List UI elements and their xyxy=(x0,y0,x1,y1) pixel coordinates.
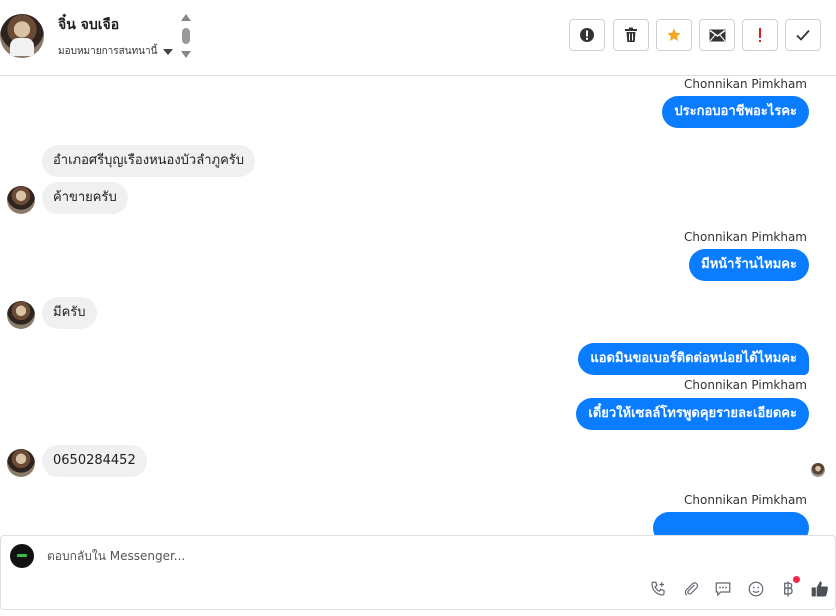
saved-reply-icon[interactable] xyxy=(712,578,734,600)
assign-label: มอบหมายการสนทนานี้ xyxy=(58,46,158,57)
sender-name: Chonnikan Pimkham xyxy=(684,77,807,91)
notification-dot xyxy=(793,576,800,583)
spam-button[interactable] xyxy=(569,19,605,51)
seen-indicator-avatar xyxy=(811,463,825,477)
alert-circle-icon xyxy=(580,28,594,42)
follow-up-button[interactable] xyxy=(742,19,778,51)
contact-avatar[interactable] xyxy=(0,14,44,58)
delete-button[interactable] xyxy=(613,19,649,51)
thumbs-up-icon[interactable] xyxy=(809,578,831,600)
incoming-message[interactable]: 0650284452 xyxy=(42,445,147,477)
envelope-icon xyxy=(709,29,725,41)
sender-name: Chonnikan Pimkham xyxy=(684,378,807,392)
contact-avatar-small[interactable] xyxy=(7,186,35,214)
reply-input[interactable] xyxy=(45,548,609,564)
contact-avatar-small[interactable] xyxy=(7,301,35,329)
star-icon xyxy=(667,28,681,41)
reply-composer xyxy=(0,535,836,610)
phone-plus-icon[interactable] xyxy=(647,578,669,600)
chevron-down-icon[interactable] xyxy=(181,51,191,58)
caret-down-icon xyxy=(163,48,174,55)
outgoing-message[interactable]: แอดมินขอเบอร์ติดต่อหน่อยได้ไหมคะ xyxy=(578,343,809,375)
outgoing-message[interactable]: ประกอบอาชีพอะไรคะ xyxy=(662,96,809,128)
contact-avatar-small[interactable] xyxy=(7,449,35,477)
attachment-icon[interactable] xyxy=(680,578,702,600)
sender-name: Chonnikan Pimkham xyxy=(684,230,807,244)
page-avatar xyxy=(10,544,34,568)
emoji-icon[interactable] xyxy=(745,578,767,600)
outgoing-message[interactable]: เดี๋ยวให้เซลล์โทรพูดคุยรายละเอียดคะ xyxy=(576,398,809,430)
contact-name[interactable]: จิ๋น จบเจือ xyxy=(58,14,119,36)
outgoing-message[interactable]: มีหน้าร้านไหมคะ xyxy=(689,249,809,281)
mark-unread-button[interactable] xyxy=(699,19,735,51)
incoming-message[interactable]: ค้าขายครับ xyxy=(42,182,128,214)
message-thread[interactable]: Chonnikan Pimkham ประกอบอาชีพอะไรคะ อำเภ… xyxy=(0,77,836,535)
done-button[interactable] xyxy=(785,19,821,51)
incoming-message[interactable]: มีครับ xyxy=(42,297,97,329)
conversation-header: จิ๋น จบเจือ มอบหมายการสนทนานี้ xyxy=(0,0,836,76)
incoming-message[interactable]: อำเภอศรีบุญเรืองหนองบัวลำภูครับ xyxy=(42,145,256,177)
star-button[interactable] xyxy=(656,19,692,51)
exclamation-icon xyxy=(759,28,761,42)
outgoing-message-partial[interactable] xyxy=(653,512,809,535)
checkmark-icon xyxy=(796,29,810,41)
conversation-nav[interactable] xyxy=(180,14,192,60)
trash-icon xyxy=(625,27,637,42)
chevron-up-icon[interactable] xyxy=(181,14,191,21)
scroll-handle[interactable] xyxy=(182,28,190,44)
sender-name: Chonnikan Pimkham xyxy=(684,493,807,507)
assign-conversation-dropdown[interactable]: มอบหมายการสนทนานี้ xyxy=(58,44,174,59)
